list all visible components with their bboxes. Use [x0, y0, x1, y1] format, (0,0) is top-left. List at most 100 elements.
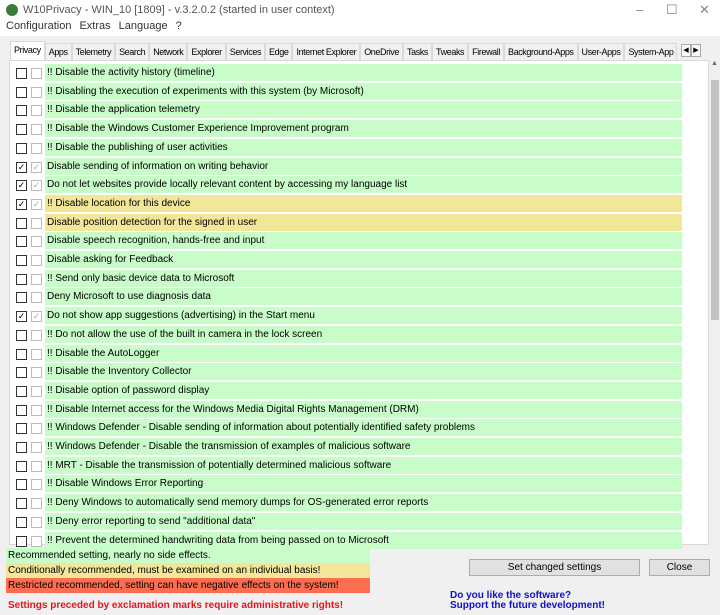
tab-tweaks[interactable]: Tweaks [432, 43, 469, 60]
setting-label[interactable]: !! Disable Windows Error Reporting [45, 475, 682, 493]
setting-row: ✓ ✓ Do not show app suggestions (advertisi… [10, 307, 700, 325]
setting-label[interactable]: !! Disable option of password display [45, 381, 682, 399]
minimize-icon[interactable]: – [636, 2, 643, 17]
setting-checkbox[interactable] [16, 292, 27, 304]
setting-row: Disable asking for Feedback [10, 251, 700, 269]
setting-label[interactable]: !! Disable the Inventory Collector [45, 363, 682, 381]
setting-checkbox[interactable] [16, 105, 27, 117]
setting-row: !! Disable the AutoLogger [10, 344, 700, 363]
setting-state-checkbox [31, 236, 42, 248]
tab-user-apps[interactable]: User-Apps [577, 43, 625, 60]
menu-help[interactable]: ? [176, 20, 182, 36]
setting-checkbox[interactable] [16, 479, 27, 491]
setting-state-checkbox: ✓ [31, 180, 42, 192]
setting-label[interactable]: !! Do not allow the use of the built in … [45, 325, 682, 343]
close-button[interactable]: Close [649, 559, 710, 576]
setting-row: !! MRT - Disable the transmission of pot… [10, 456, 700, 475]
setting-checkbox[interactable] [16, 460, 27, 472]
setting-state-checkbox [31, 442, 42, 453]
setting-label[interactable]: !! Disable the activity history (timelin… [45, 64, 682, 81]
setting-label[interactable]: !! Disable the publishing of user activi… [45, 138, 682, 156]
menu-configuration[interactable]: Configuration [6, 20, 71, 36]
setting-label[interactable]: Do not show app suggestions (advertising… [45, 307, 682, 325]
tab-tasks[interactable]: Tasks [403, 43, 433, 60]
setting-checkbox[interactable] [16, 423, 27, 435]
tab-apps[interactable]: Apps [44, 43, 72, 60]
setting-row: !! Prevent the determined handwriting da… [10, 531, 700, 550]
setting-checkbox[interactable] [16, 255, 27, 266]
setting-checkbox[interactable] [16, 442, 27, 453]
maximize-icon[interactable]: ☐ [666, 2, 678, 18]
setting-label[interactable]: !! Disable location for this device [45, 194, 682, 212]
setting-label[interactable]: !! Prevent the determined handwriting da… [45, 531, 682, 549]
setting-checkbox[interactable]: ✓ [16, 161, 27, 173]
tab-telemetry[interactable]: Telemetry [71, 43, 116, 60]
setting-label[interactable]: !! Send only basic device data to Micros… [45, 269, 682, 287]
setting-checkbox[interactable] [16, 142, 27, 154]
setting-checkbox[interactable] [16, 68, 27, 79]
scroll-up-icon[interactable]: ▲ [709, 60, 720, 67]
setting-state-checkbox [31, 404, 42, 416]
tab-scroll-right-icon[interactable]: ▶ [691, 44, 701, 57]
setting-checkbox[interactable] [16, 86, 27, 98]
set-changed-settings-button[interactable]: Set changed settings [469, 559, 640, 576]
support-link-2[interactable]: Support the future development! [450, 600, 605, 611]
tab-edge[interactable]: Edge [265, 43, 293, 60]
setting-checkbox[interactable] [16, 124, 27, 136]
setting-checkbox[interactable] [16, 385, 27, 397]
setting-row: Disable speech recognition, hands-free a… [10, 232, 700, 250]
setting-checkbox[interactable] [16, 367, 27, 379]
setting-checkbox[interactable] [16, 273, 27, 285]
setting-checkbox[interactable]: ✓ [16, 198, 27, 210]
setting-label[interactable]: !! Disabling the execution of experiment… [45, 82, 682, 100]
setting-row: !! Disable the activity history (timelin… [10, 64, 700, 82]
tab-explorer[interactable]: Explorer [187, 43, 226, 60]
setting-checkbox[interactable] [16, 236, 27, 248]
setting-label[interactable]: !! Disable the application telemetry [45, 101, 682, 119]
setting-checkbox[interactable]: ✓ [16, 180, 27, 192]
tab-onedrive[interactable]: OneDrive [360, 43, 404, 60]
setting-state-checkbox [31, 86, 42, 98]
scrollbar[interactable]: ▲ [709, 60, 720, 545]
tab-services[interactable]: Services [225, 43, 266, 60]
setting-checkbox[interactable] [16, 217, 27, 229]
close-window-icon[interactable]: ✕ [699, 2, 710, 18]
setting-label[interactable]: !! Disable the Windows Customer Experien… [45, 120, 682, 138]
tab-internet-explorer[interactable]: Internet Explorer [292, 43, 361, 60]
setting-label[interactable]: !! MRT - Disable the transmission of pot… [45, 456, 682, 474]
setting-checkbox[interactable] [16, 348, 27, 360]
menu-extras[interactable]: Extras [79, 20, 110, 36]
setting-label[interactable]: !! Disable the AutoLogger [45, 344, 682, 362]
setting-label[interactable]: Deny Microsoft to use diagnosis data [45, 288, 682, 306]
tab-privacy[interactable]: Privacy [10, 41, 45, 60]
setting-label[interactable]: Disable sending of information on writin… [45, 157, 682, 175]
menu-language[interactable]: Language [119, 20, 168, 36]
setting-label[interactable]: Disable position detection for the signe… [45, 213, 682, 231]
tab-scroll-left-icon[interactable]: ◀ [681, 44, 691, 57]
setting-label[interactable]: !! Windows Defender - Disable the transm… [45, 438, 682, 455]
setting-label[interactable]: Disable speech recognition, hands-free a… [45, 232, 682, 250]
tab-search[interactable]: Search [115, 43, 150, 60]
scrollbar-thumb[interactable] [711, 80, 719, 320]
setting-checkbox[interactable] [16, 404, 27, 416]
setting-checkbox[interactable] [16, 498, 27, 510]
setting-label[interactable]: !! Deny Windows to automatically send me… [45, 494, 682, 512]
tab-network[interactable]: Network [149, 43, 188, 60]
setting-checkbox[interactable]: ✓ [16, 311, 27, 323]
setting-state-checkbox [31, 348, 42, 360]
setting-label[interactable]: !! Deny error reporting to send "additio… [45, 512, 682, 530]
setting-state-checkbox [31, 105, 42, 117]
setting-checkbox[interactable] [16, 516, 27, 528]
setting-checkbox[interactable] [16, 329, 27, 341]
setting-state-checkbox: ✓ [31, 198, 42, 210]
setting-checkbox[interactable] [16, 535, 27, 547]
tab-background-apps[interactable]: Background-Apps [503, 43, 578, 60]
setting-state-checkbox [31, 329, 42, 341]
setting-label[interactable]: Do not let websites provide locally rele… [45, 176, 682, 194]
legend-yellow: Conditionally recommended, must be exami… [6, 563, 370, 578]
setting-label[interactable]: !! Disable Internet access for the Windo… [45, 400, 682, 418]
setting-label[interactable]: !! Windows Defender - Disable sending of… [45, 419, 682, 437]
tab-firewall[interactable]: Firewall [468, 43, 504, 60]
tab-system-app[interactable]: System-App [624, 43, 678, 60]
setting-label[interactable]: Disable asking for Feedback [45, 251, 682, 268]
